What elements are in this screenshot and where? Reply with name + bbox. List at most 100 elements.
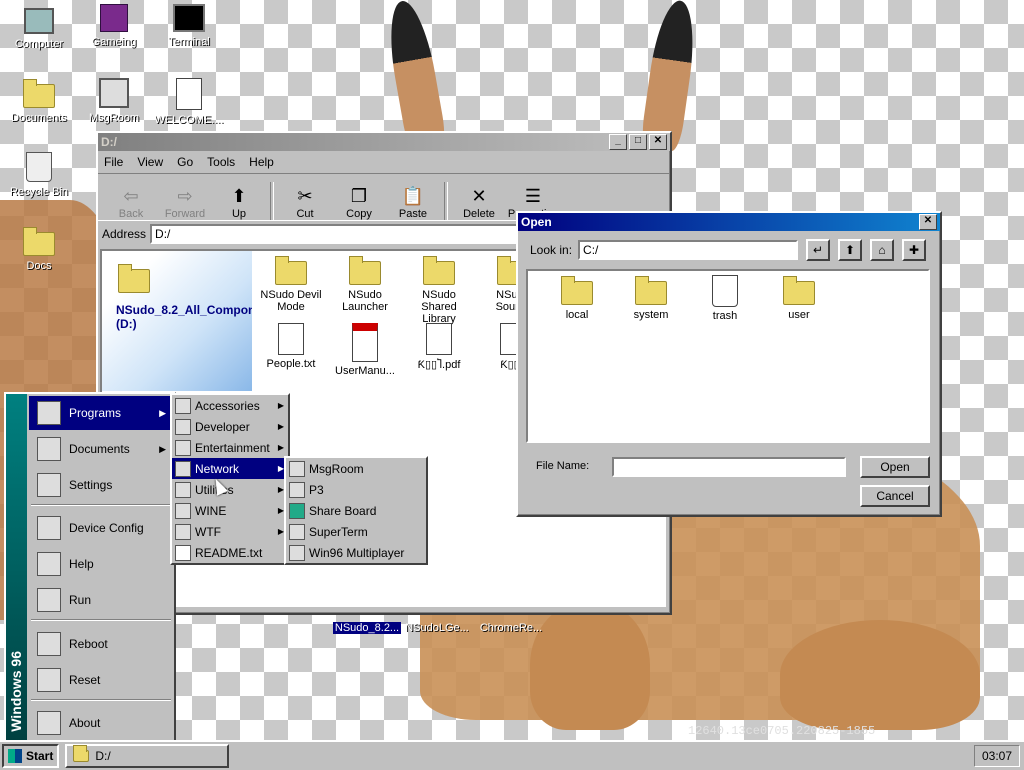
start-item-device-config[interactable]: Device Config [29,511,172,545]
desktop-icon-docs[interactable]: Docs [2,226,76,272]
settings-icon [37,473,61,497]
msgroom-icon [99,78,129,108]
desktop-icon-nsudolg[interactable]: NSudoLGe... [400,622,474,634]
programs-item-wtf[interactable]: WTF ▶ [172,521,288,542]
enter-arrow-icon: ↵ [813,243,824,257]
menu-file[interactable]: File [104,155,123,169]
menu-divider [31,619,171,621]
explorer-menubar: File View Go Tools Help [98,151,670,173]
properties-icon: ☰ [524,186,542,206]
start-item-documents[interactable]: Documents ▶ [29,432,172,466]
menu-help[interactable]: Help [249,155,274,169]
file-name-input[interactable] [612,457,846,477]
system-clock: 03:07 [974,745,1020,767]
desktop-icon-documents[interactable]: Documents [2,78,76,124]
start-item-settings[interactable]: Settings [29,468,172,502]
maximize-button[interactable]: □ [629,134,647,150]
dialog-item-system[interactable]: system [616,275,686,321]
start-item-programs[interactable]: Programs ▶ [29,396,172,430]
file-nsudo-launcher[interactable]: NSudo Launcher [330,255,400,313]
up-folder-button[interactable]: ⬆ [838,239,863,261]
copy-button[interactable]: ❐ Copy [332,184,386,220]
start-item-help[interactable]: Help [29,547,172,581]
start-item-about[interactable]: About [29,706,172,740]
programs-item-accessories[interactable]: Accessories ▶ [172,395,288,416]
open-dialog-titlebar[interactable]: Open ✕ [518,213,940,231]
task-button-explorer[interactable]: D:/ [65,744,230,768]
programs-item-readme[interactable]: README.txt [172,542,288,563]
programs-item-utilities[interactable]: Utilities ▶ [172,479,288,500]
explorer-titlebar[interactable]: D:/ _ □ ✕ [98,133,670,151]
desktop-icon-msgroom[interactable]: MsgRoom [77,78,151,124]
address-input[interactable]: D:/ [150,224,561,244]
desktop-icon-computer[interactable]: Computer [2,4,76,50]
desktop-icon-terminal[interactable]: Terminal [152,4,226,48]
file-list: local system trash user [526,269,930,443]
start-button[interactable]: Start [2,744,60,768]
run-icon [37,588,61,612]
dialog-item-trash[interactable]: trash [690,275,760,322]
new-folder-button[interactable]: ✚ [902,239,927,261]
multiplayer-icon [289,544,305,561]
copy-icon: ❐ [350,186,368,206]
file-people-txt[interactable]: People.txt [256,323,326,370]
text-file-icon [175,544,191,561]
minimize-button[interactable]: _ [609,134,627,150]
desktop-icon-welcome[interactable]: WELCOME.... [152,78,226,126]
file-user-manual[interactable]: UserManu... [330,323,400,377]
close-button[interactable]: ✕ [919,214,937,230]
explorer-title: D:/ [101,135,117,149]
go-button[interactable]: ↵ [806,239,831,261]
home-button[interactable]: ⌂ [870,239,895,261]
desktop-icon-chromere[interactable]: ChromeRe... [474,622,548,634]
network-item-win96-multiplayer[interactable]: Win96 Multiplayer [286,542,426,563]
menu-view[interactable]: View [137,155,163,169]
side-title: NSudo_8.2_All_Components [116,303,252,317]
back-button[interactable]: ⇦ Back [104,184,158,220]
file-nsudo-shared-library[interactable]: NSudo Shared Library [404,255,474,325]
dialog-item-user[interactable]: user [764,275,834,321]
programs-item-entertainment[interactable]: Entertainment ▶ [172,437,288,458]
start-item-reset[interactable]: Reset [29,663,172,697]
start-item-run[interactable]: Run [29,583,172,617]
share-board-icon [289,502,305,519]
look-in-input[interactable]: C:/ [578,240,799,260]
desktop-icon-recycle-bin[interactable]: Recycle Bin [2,152,76,198]
open-button[interactable]: Open [860,456,930,478]
look-in-label: Look in: [530,243,573,257]
look-in-row: Look in: C:/ ↵ ⬆ ⌂ ✚ [518,231,940,267]
network-item-share-board[interactable]: Share Board [286,500,426,521]
document-icon [426,323,452,355]
programs-item-developer[interactable]: Developer ▶ [172,416,288,437]
delete-button[interactable]: ✕ Delete [452,184,506,220]
start-menu-band: Windows 96 [6,394,27,742]
file-nsudo-devil-mode[interactable]: NSudo Devil Mode [256,255,326,313]
paste-button[interactable]: 📋 Paste [386,184,440,220]
network-item-msgroom[interactable]: MsgRoom [286,458,426,479]
up-button[interactable]: ⬆ Up [212,184,266,220]
network-item-superterm[interactable]: SuperTerm [286,521,426,542]
cancel-button[interactable]: Cancel [860,485,930,507]
network-item-p3[interactable]: P3 [286,479,426,500]
start-menu: Windows 96 Programs ▶ Documents ▶ Settings… [4,392,176,744]
forward-button[interactable]: ⇨ Forward [158,184,212,220]
close-button[interactable]: ✕ [649,134,667,150]
delete-icon: ✕ [471,186,487,206]
dialog-item-local[interactable]: local [542,275,612,321]
system-folder-icon [635,276,667,305]
programs-item-wine[interactable]: WINE ▶ [172,500,288,521]
desktop-icon-gameing[interactable]: Gameing [77,4,151,48]
folder-icon [175,481,191,498]
menu-tools[interactable]: Tools [207,155,235,169]
programs-item-network[interactable]: Network ▶ [172,458,288,479]
file-pdf-document[interactable]: Ƙ▯▯Ⴈ.pdf [404,323,474,371]
desktop-icon-nsudo[interactable]: NSudo_8.2... [330,622,404,634]
cut-button[interactable]: ✂ Cut [278,184,332,220]
computer-icon [24,8,54,34]
menu-go[interactable]: Go [177,155,193,169]
start-item-reboot[interactable]: Reboot [29,627,172,661]
folder-icon [349,256,381,285]
back-arrow-icon: ⇦ [123,186,139,206]
msgroom-icon [289,460,305,477]
documents-folder-icon [37,437,61,461]
